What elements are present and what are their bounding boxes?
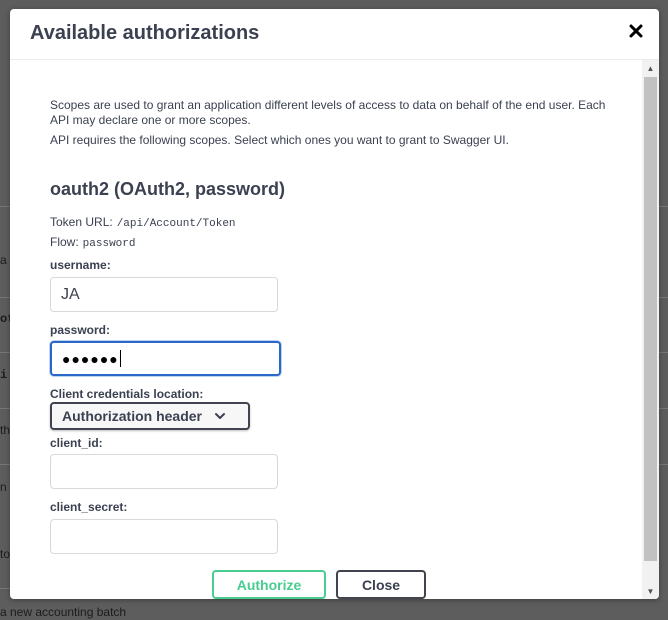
username-input[interactable]: JA xyxy=(50,277,278,312)
scroll-up-icon[interactable]: ▲ xyxy=(642,60,659,76)
flow-value: password xyxy=(82,238,136,250)
client-location-value: Authorization header xyxy=(62,408,203,424)
dialog-scrollbar[interactable]: ▲ ▼ xyxy=(642,60,659,599)
close-button[interactable]: Close xyxy=(336,570,426,599)
password-label: password: xyxy=(50,323,111,337)
authorize-button[interactable]: Authorize xyxy=(212,570,326,599)
dialog-title: Available authorizations xyxy=(30,22,260,44)
client-location-label: Client credentials location: xyxy=(50,387,204,401)
client-id-label: client_id: xyxy=(50,436,103,450)
client-location-select[interactable]: Authorization header xyxy=(50,402,250,430)
token-url-value: /api/Account/Token xyxy=(116,218,236,230)
background-text: n xyxy=(0,480,7,494)
close-icon[interactable] xyxy=(627,22,645,40)
token-url-label: Token URL: xyxy=(50,215,113,229)
username-label: username: xyxy=(50,258,111,272)
background-divider xyxy=(0,297,10,298)
dialog-header: Available authorizations xyxy=(10,9,659,60)
username-value: JA xyxy=(61,285,80,303)
background-text: i xyxy=(0,368,8,382)
text-caret xyxy=(119,350,121,367)
scrollbar-thumb[interactable] xyxy=(644,77,657,561)
scroll-down-icon[interactable]: ▼ xyxy=(642,583,659,599)
background-divider xyxy=(0,588,10,589)
background-divider xyxy=(0,464,10,465)
flow-row: Flow: password xyxy=(50,235,135,250)
background-text: th xyxy=(0,423,11,437)
client-id-input[interactable] xyxy=(50,454,278,489)
password-input[interactable]: ●●●●●● xyxy=(50,341,281,376)
background-divider xyxy=(0,408,10,409)
client-secret-label: client_secret: xyxy=(50,500,128,514)
password-value: ●●●●●● xyxy=(62,350,119,367)
background-divider xyxy=(0,352,10,353)
scopes-requirement: API requires the following scopes. Selec… xyxy=(50,133,509,147)
background-text: a xyxy=(0,253,7,267)
flow-label: Flow: xyxy=(50,235,79,249)
auth-scheme-title: oauth2 (OAuth2, password) xyxy=(50,179,286,199)
background-text: to xyxy=(0,547,11,561)
chevron-down-icon xyxy=(215,413,226,419)
authorizations-dialog: Available authorizations ▲ ▼ Scopes are … xyxy=(10,9,659,599)
background-divider xyxy=(0,206,10,207)
token-url-row: Token URL:/api/Account/Token xyxy=(50,215,236,230)
scopes-description: Scopes are used to grant an application … xyxy=(50,98,606,127)
background-text: a new accounting batch xyxy=(0,605,127,619)
client-secret-input[interactable] xyxy=(50,519,278,554)
